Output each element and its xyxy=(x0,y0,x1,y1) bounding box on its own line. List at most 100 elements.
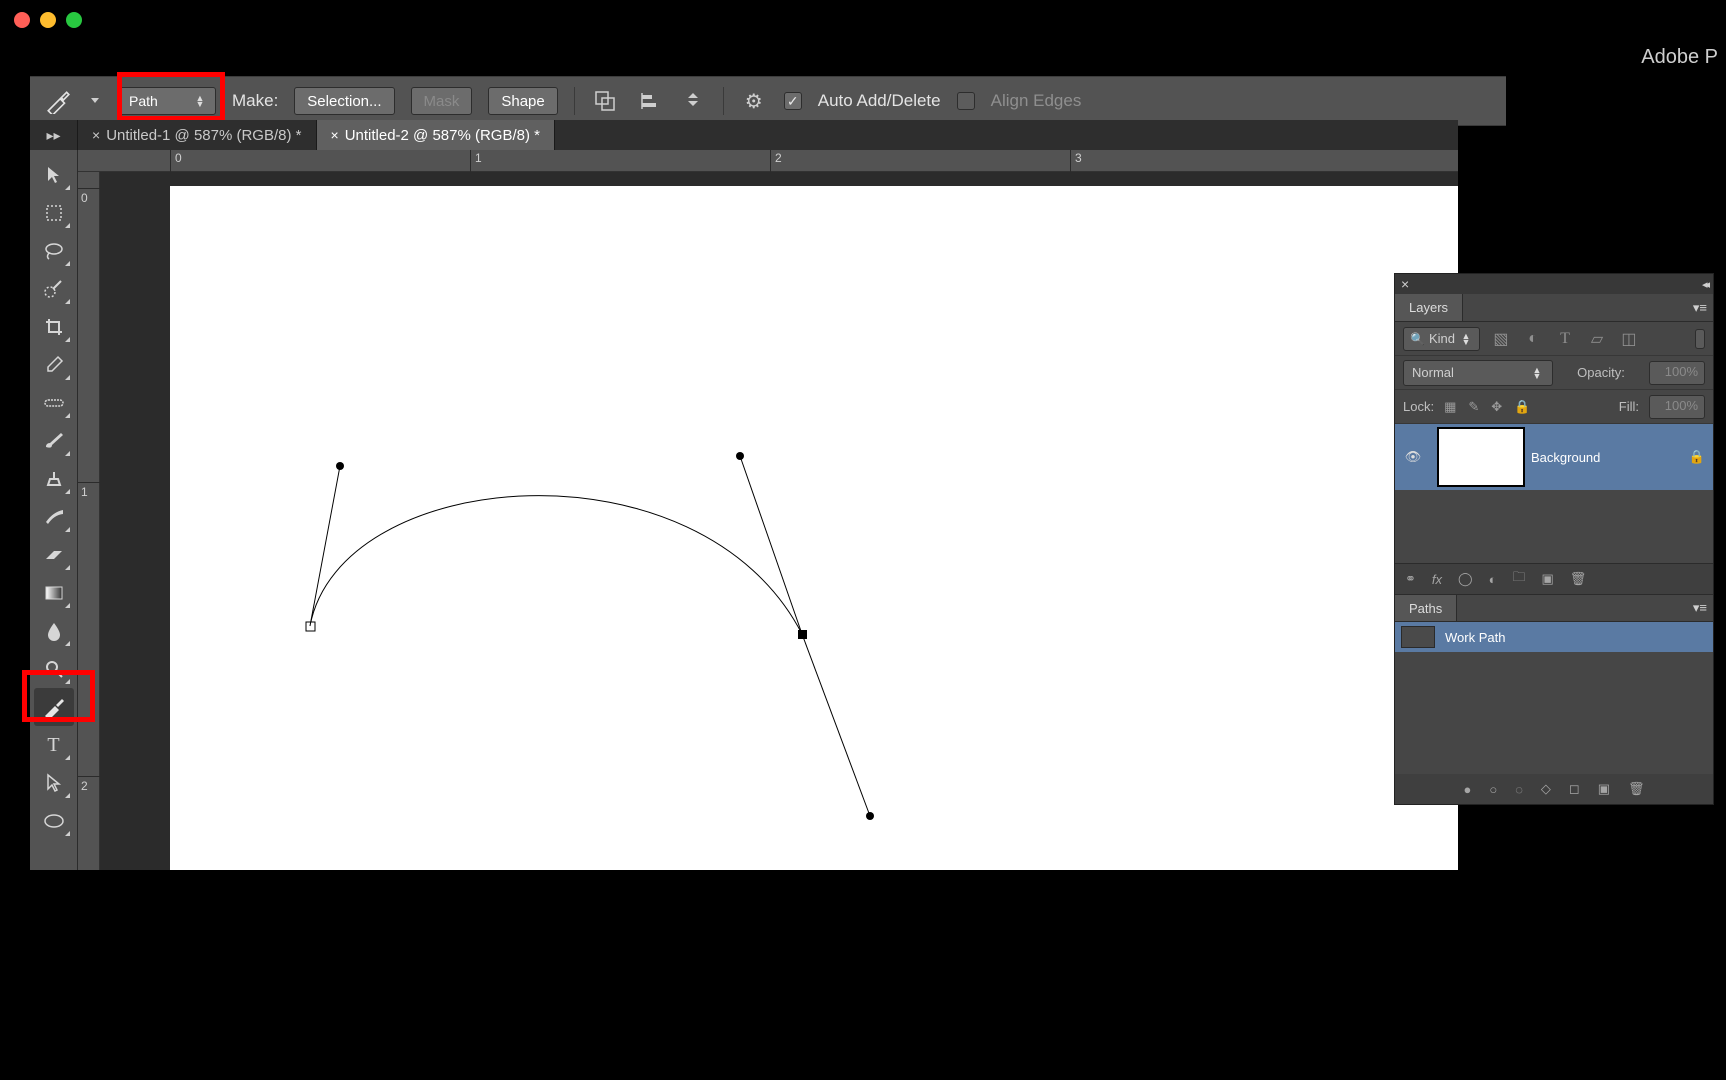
ruler-tick: 2 xyxy=(770,150,782,172)
history-brush-tool[interactable] xyxy=(34,498,74,536)
app-title: Adobe P xyxy=(1641,46,1718,69)
path-drawing xyxy=(170,186,1070,886)
type-tool[interactable]: T xyxy=(34,726,74,764)
zoom-window-icon[interactable] xyxy=(66,12,82,28)
stroke-path-icon[interactable]: ○ xyxy=(1489,782,1497,797)
path-arrangement-icon[interactable] xyxy=(679,87,707,115)
close-panel-icon[interactable]: × xyxy=(1401,276,1409,292)
tool-palette: T xyxy=(30,150,78,870)
layers-list: 👁 Background 🔒 xyxy=(1395,424,1713,564)
document-tabs: × Untitled-1 @ 587% (RGB/8) * × Untitled… xyxy=(78,120,1458,150)
filter-pixel-icon[interactable]: ▧ xyxy=(1492,329,1510,349)
paths-footer: ● ○ ◌ ◇ ◻ ▣ 🗑 xyxy=(1395,774,1713,804)
path-alignment-icon[interactable] xyxy=(635,87,663,115)
new-layer-icon[interactable]: ▣ xyxy=(1541,571,1553,587)
ruler-tick: 0 xyxy=(170,150,182,172)
lock-all-icon[interactable]: 🔒 xyxy=(1514,399,1530,415)
ruler-tick: 1 xyxy=(78,482,100,499)
document-tab[interactable]: × Untitled-2 @ 587% (RGB/8) * xyxy=(317,120,556,150)
quick-selection-tool[interactable] xyxy=(34,270,74,308)
clone-stamp-tool[interactable] xyxy=(34,460,74,498)
ellipse-tool[interactable] xyxy=(34,802,74,840)
new-group-icon[interactable]: 🗀 xyxy=(1512,568,1525,590)
link-layers-icon[interactable]: ⚭ xyxy=(1405,571,1416,587)
vertical-ruler[interactable]: 0 1 2 xyxy=(78,172,100,870)
make-selection-button[interactable]: Selection... xyxy=(294,87,394,115)
close-tab-icon[interactable]: × xyxy=(331,127,339,143)
horizontal-ruler[interactable]: 0 1 2 3 xyxy=(78,150,1458,172)
path-row[interactable]: Work Path xyxy=(1395,622,1713,652)
layer-locked-icon[interactable]: 🔒 xyxy=(1681,449,1713,465)
filter-smartobject-icon[interactable]: ◫ xyxy=(1620,329,1638,349)
layer-name[interactable]: Background xyxy=(1531,450,1681,465)
lock-pixels-icon[interactable]: ✎ xyxy=(1468,399,1479,415)
minimize-window-icon[interactable] xyxy=(40,12,56,28)
window-traffic-lights[interactable] xyxy=(14,12,82,28)
filter-toggle[interactable] xyxy=(1695,329,1705,349)
document-canvas[interactable] xyxy=(170,186,1458,870)
visibility-eye-icon[interactable]: 👁 xyxy=(1395,449,1431,465)
delete-path-icon[interactable]: 🗑 xyxy=(1628,781,1645,797)
chevron-updown-icon: ▲▼ xyxy=(1459,333,1473,345)
delete-layer-icon[interactable]: 🗑 xyxy=(1570,571,1587,587)
eraser-tool[interactable] xyxy=(34,536,74,574)
adjustment-layer-icon[interactable]: ◐ xyxy=(1489,572,1497,587)
filter-type-icon[interactable]: T xyxy=(1556,330,1574,348)
gradient-tool[interactable] xyxy=(34,574,74,612)
layer-thumbnail[interactable] xyxy=(1439,429,1523,485)
crop-tool[interactable] xyxy=(34,308,74,346)
make-label: Make: xyxy=(232,91,278,111)
layer-row[interactable]: 👁 Background 🔒 xyxy=(1395,424,1713,490)
layer-filter-bar: 🔍 Kind ▲▼ ▧ ◐ T ▱ ◫ xyxy=(1395,322,1713,356)
healing-brush-tool[interactable] xyxy=(34,384,74,422)
fill-path-icon[interactable]: ● xyxy=(1463,782,1471,797)
add-mask-icon[interactable]: ◻ xyxy=(1569,781,1580,797)
filter-adjustment-icon[interactable]: ◐ xyxy=(1524,330,1542,348)
layer-mask-icon[interactable]: ◯ xyxy=(1458,571,1473,587)
filter-kind-dropdown[interactable]: 🔍 Kind ▲▼ xyxy=(1403,327,1480,351)
lock-position-icon[interactable]: ✥ xyxy=(1491,399,1502,415)
lasso-tool[interactable] xyxy=(34,232,74,270)
paths-list: Work Path xyxy=(1395,622,1713,774)
move-tool[interactable] xyxy=(34,156,74,194)
gear-icon[interactable]: ⚙ xyxy=(740,87,768,115)
fill-label: Fill: xyxy=(1619,399,1639,414)
canvas-area[interactable] xyxy=(100,172,1458,870)
path-name[interactable]: Work Path xyxy=(1445,630,1505,645)
paths-tab[interactable]: Paths xyxy=(1395,595,1457,621)
fill-value[interactable]: 100% xyxy=(1649,395,1705,419)
path-thumbnail[interactable] xyxy=(1401,626,1435,648)
panel-menu-icon[interactable]: ▾≡ xyxy=(1687,595,1713,621)
blend-mode-dropdown[interactable]: Normal ▲▼ xyxy=(1403,360,1553,386)
filter-shape-icon[interactable]: ▱ xyxy=(1588,329,1606,349)
close-tab-icon[interactable]: × xyxy=(92,127,100,143)
close-window-icon[interactable] xyxy=(14,12,30,28)
marquee-tool[interactable] xyxy=(34,194,74,232)
path-to-selection-icon[interactable]: ◌ xyxy=(1515,782,1523,797)
filter-kind-label: Kind xyxy=(1429,331,1455,346)
auto-add-delete-checkbox[interactable]: ✓ xyxy=(784,92,802,110)
layers-tab[interactable]: Layers xyxy=(1395,294,1463,321)
lock-label: Lock: xyxy=(1403,399,1434,414)
document-tab[interactable]: × Untitled-1 @ 587% (RGB/8) * xyxy=(78,120,317,150)
eyedropper-tool[interactable] xyxy=(34,346,74,384)
path-selection-tool[interactable] xyxy=(34,764,74,802)
brush-tool[interactable] xyxy=(34,422,74,460)
blur-tool[interactable] xyxy=(34,612,74,650)
align-edges-checkbox[interactable] xyxy=(957,92,975,110)
layer-style-icon[interactable]: fx xyxy=(1432,572,1442,587)
panel-menu-icon[interactable]: ▾≡ xyxy=(1687,294,1713,321)
expand-panels-icon[interactable]: ▸▸ xyxy=(30,120,78,150)
blend-mode-label: Normal xyxy=(1412,365,1454,380)
selection-to-path-icon[interactable]: ◇ xyxy=(1541,781,1551,797)
lock-transparency-icon[interactable]: ▦ xyxy=(1444,399,1456,415)
annotation-highlight xyxy=(22,670,95,722)
make-shape-button[interactable]: Shape xyxy=(488,87,557,115)
collapse-panel-icon[interactable]: ◂◂ xyxy=(1702,278,1707,291)
new-path-icon[interactable]: ▣ xyxy=(1598,781,1610,797)
opacity-value[interactable]: 100% xyxy=(1649,361,1705,385)
ruler-tick: 0 xyxy=(78,188,100,205)
document-tab-label: Untitled-1 @ 587% (RGB/8) * xyxy=(106,127,301,144)
path-operations-icon[interactable] xyxy=(591,87,619,115)
tool-preset-dropdown-icon[interactable] xyxy=(88,87,102,115)
